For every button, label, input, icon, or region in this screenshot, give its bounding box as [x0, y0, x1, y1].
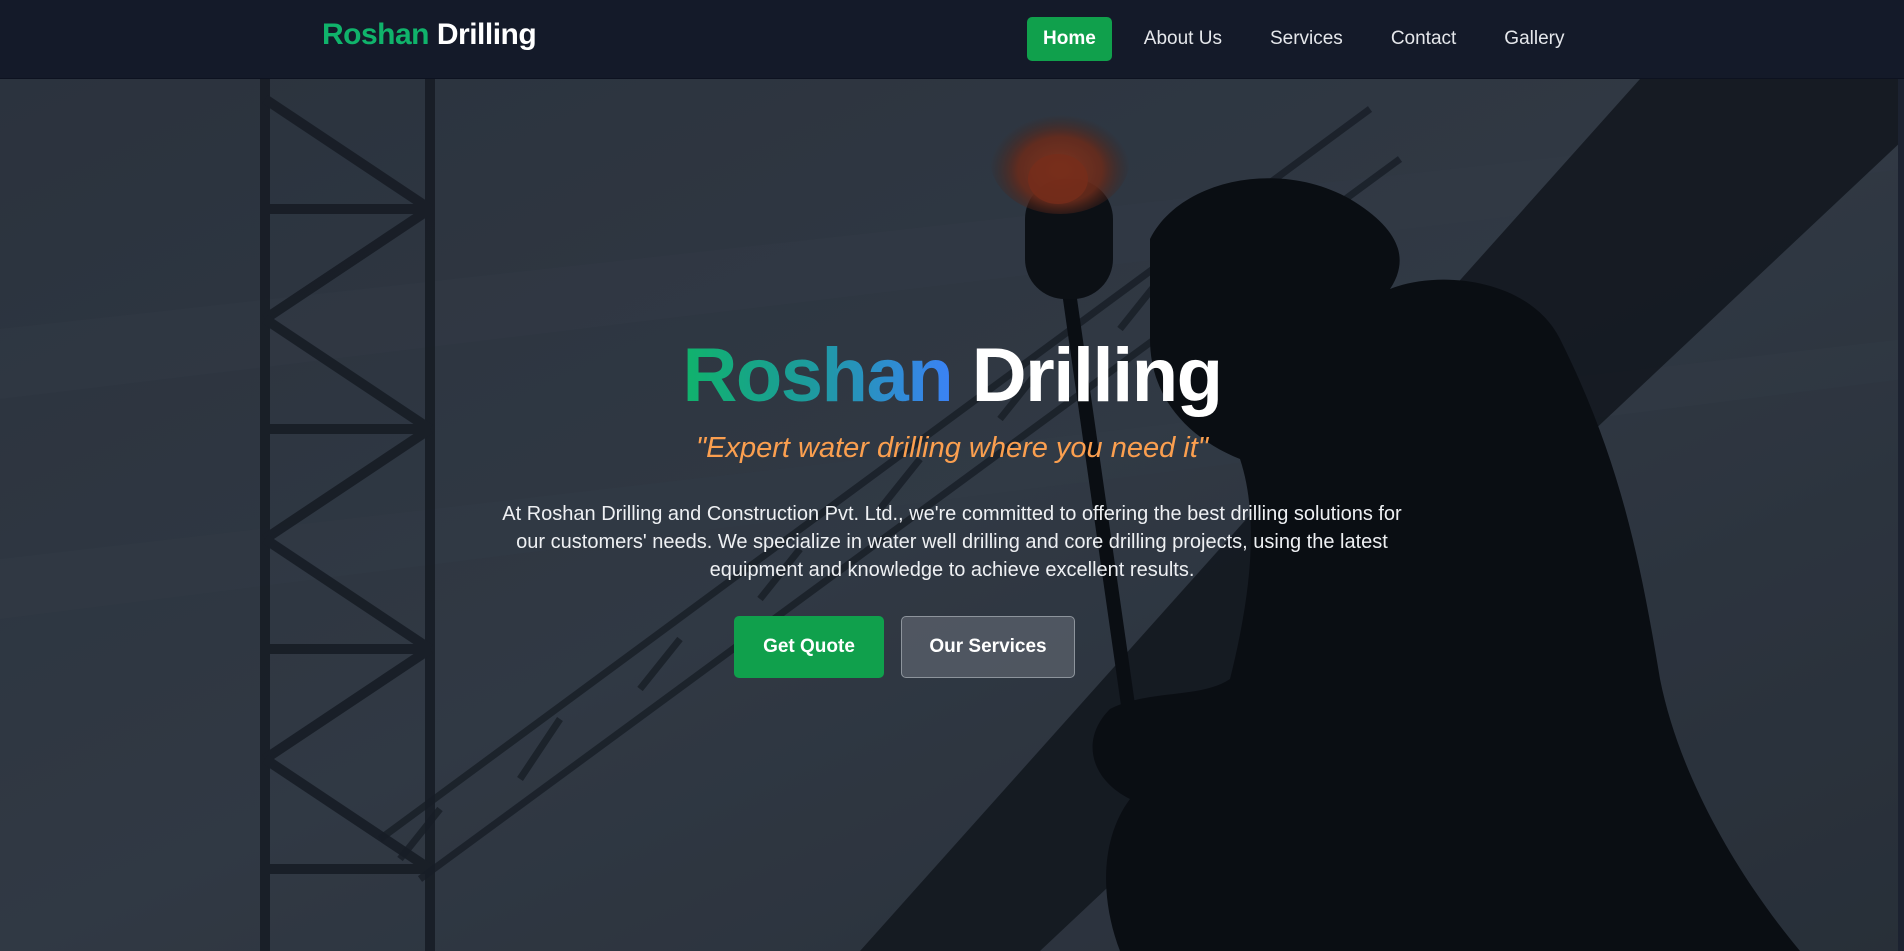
top-navbar: Roshan Drilling Home About Us Services C…: [0, 0, 1904, 79]
hero-title-secondary: Drilling: [971, 333, 1223, 418]
nav-item-about-us[interactable]: About Us: [1128, 17, 1238, 61]
brand-name-secondary: Drilling: [436, 18, 537, 51]
hero-title: Roshan Drilling: [0, 331, 1904, 421]
main-nav: Home About Us Services Contact Gallery: [1027, 17, 1596, 61]
nav-item-contact[interactable]: Contact: [1375, 17, 1472, 61]
brand-logo[interactable]: Roshan Drilling: [322, 17, 537, 53]
hero-description: At Roshan Drilling and Construction Pvt.…: [502, 503, 1402, 581]
hero-section: Roshan Drilling "Expert water drilling w…: [0, 79, 1904, 951]
hero-tagline: "Expert water drilling where you need it…: [695, 432, 1209, 464]
brand-name-primary: Roshan: [322, 18, 430, 51]
nav-item-home[interactable]: Home: [1027, 17, 1112, 61]
get-quote-button[interactable]: Get Quote: [734, 616, 884, 678]
hero-cta-group: Get Quote Our Services: [0, 616, 1904, 678]
hero-title-primary: Roshan: [682, 333, 953, 418]
scrollbar[interactable]: [1898, 79, 1904, 951]
our-services-button[interactable]: Our Services: [901, 616, 1075, 678]
nav-item-services[interactable]: Services: [1254, 17, 1359, 61]
nav-item-gallery[interactable]: Gallery: [1488, 17, 1580, 61]
